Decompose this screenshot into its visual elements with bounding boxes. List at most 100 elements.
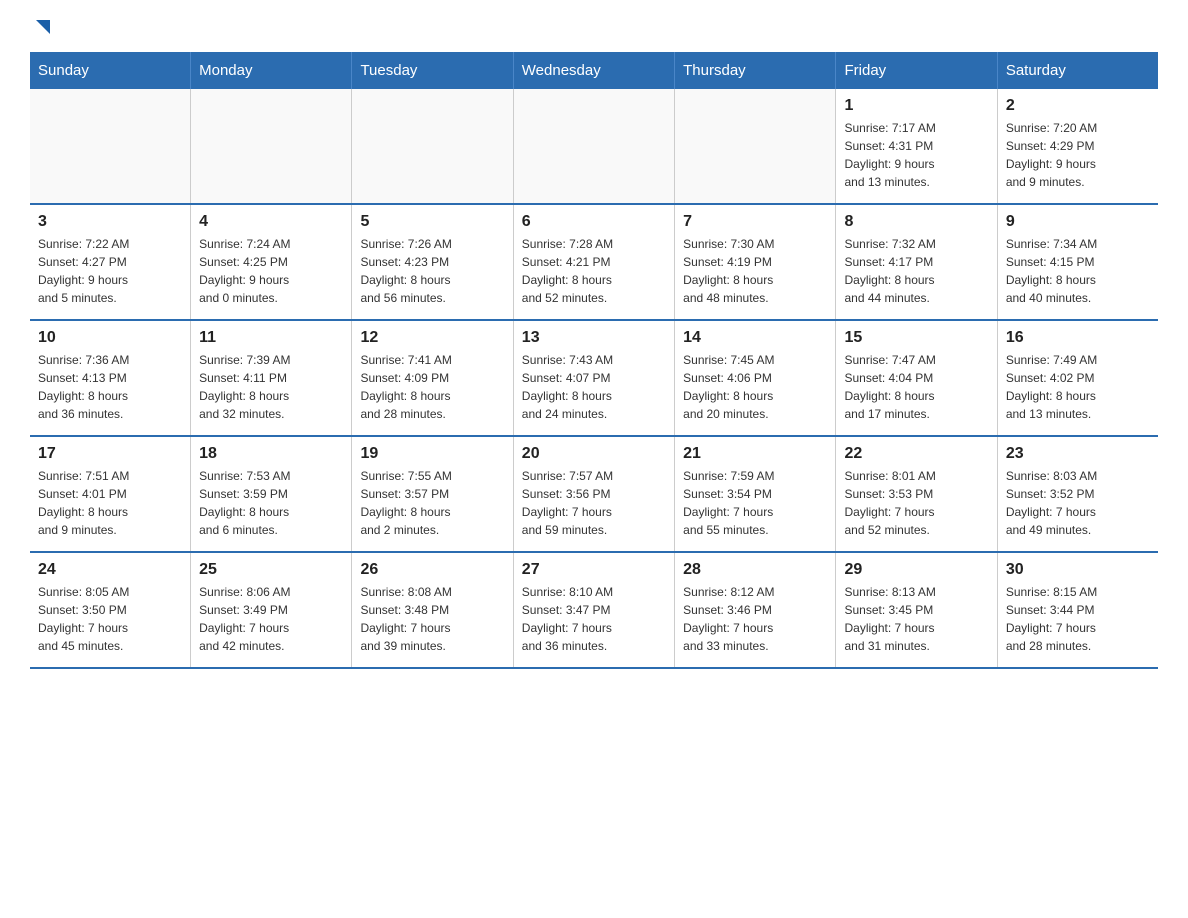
calendar-cell: 13 Sunrise: 7:43 AMSunset: 4:07 PMDayligh… — [513, 320, 674, 436]
header-friday: Friday — [836, 52, 997, 89]
calendar-cell: 28 Sunrise: 8:12 AMSunset: 3:46 PMDayligh… — [675, 552, 836, 668]
week-row-1: 1 Sunrise: 7:17 AMSunset: 4:31 PMDaylight… — [30, 89, 1158, 204]
day-number: 17 — [38, 445, 182, 463]
day-info: Sunrise: 7:53 AMSunset: 3:59 PMDaylight:… — [199, 467, 343, 539]
calendar-cell: 6 Sunrise: 7:28 AMSunset: 4:21 PMDaylight… — [513, 204, 674, 320]
header-saturday: Saturday — [997, 52, 1158, 89]
calendar-header-row: SundayMondayTuesdayWednesdayThursdayFrid… — [30, 52, 1158, 89]
day-info: Sunrise: 7:22 AMSunset: 4:27 PMDaylight:… — [38, 235, 182, 307]
day-number: 25 — [199, 561, 343, 579]
calendar-cell: 26 Sunrise: 8:08 AMSunset: 3:48 PMDayligh… — [352, 552, 513, 668]
calendar-cell: 19 Sunrise: 7:55 AMSunset: 3:57 PMDayligh… — [352, 436, 513, 552]
calendar-cell — [675, 89, 836, 204]
day-number: 23 — [1006, 445, 1150, 463]
day-info: Sunrise: 7:59 AMSunset: 3:54 PMDaylight:… — [683, 467, 827, 539]
day-info: Sunrise: 7:34 AMSunset: 4:15 PMDaylight:… — [1006, 235, 1150, 307]
day-info: Sunrise: 7:39 AMSunset: 4:11 PMDaylight:… — [199, 351, 343, 423]
calendar-cell: 10 Sunrise: 7:36 AMSunset: 4:13 PMDayligh… — [30, 320, 191, 436]
day-info: Sunrise: 7:30 AMSunset: 4:19 PMDaylight:… — [683, 235, 827, 307]
day-info: Sunrise: 7:47 AMSunset: 4:04 PMDaylight:… — [844, 351, 988, 423]
header-thursday: Thursday — [675, 52, 836, 89]
calendar-cell: 14 Sunrise: 7:45 AMSunset: 4:06 PMDayligh… — [675, 320, 836, 436]
calendar-cell: 9 Sunrise: 7:34 AMSunset: 4:15 PMDaylight… — [997, 204, 1158, 320]
day-number: 19 — [360, 445, 504, 463]
calendar-cell: 11 Sunrise: 7:39 AMSunset: 4:11 PMDayligh… — [191, 320, 352, 436]
calendar-cell: 12 Sunrise: 7:41 AMSunset: 4:09 PMDayligh… — [352, 320, 513, 436]
day-number: 13 — [522, 329, 666, 347]
calendar-cell: 18 Sunrise: 7:53 AMSunset: 3:59 PMDayligh… — [191, 436, 352, 552]
week-row-5: 24 Sunrise: 8:05 AMSunset: 3:50 PMDayligh… — [30, 552, 1158, 668]
calendar-cell: 24 Sunrise: 8:05 AMSunset: 3:50 PMDayligh… — [30, 552, 191, 668]
day-info: Sunrise: 7:41 AMSunset: 4:09 PMDaylight:… — [360, 351, 504, 423]
day-info: Sunrise: 7:51 AMSunset: 4:01 PMDaylight:… — [38, 467, 182, 539]
day-info: Sunrise: 7:24 AMSunset: 4:25 PMDaylight:… — [199, 235, 343, 307]
calendar-cell: 4 Sunrise: 7:24 AMSunset: 4:25 PMDaylight… — [191, 204, 352, 320]
day-number: 2 — [1006, 97, 1150, 115]
page-header — [30, 20, 1158, 32]
logo — [30, 20, 54, 32]
calendar-cell: 29 Sunrise: 8:13 AMSunset: 3:45 PMDayligh… — [836, 552, 997, 668]
day-number: 15 — [844, 329, 988, 347]
calendar-cell: 16Sunrise: 7:49 AMSunset: 4:02 PMDayligh… — [997, 320, 1158, 436]
day-info: Sunrise: 8:06 AMSunset: 3:49 PMDaylight:… — [199, 583, 343, 655]
calendar-table: SundayMondayTuesdayWednesdayThursdayFrid… — [30, 52, 1158, 669]
day-info: Sunrise: 8:15 AMSunset: 3:44 PMDaylight:… — [1006, 583, 1150, 655]
week-row-4: 17 Sunrise: 7:51 AMSunset: 4:01 PMDayligh… — [30, 436, 1158, 552]
calendar-cell: 25 Sunrise: 8:06 AMSunset: 3:49 PMDayligh… — [191, 552, 352, 668]
day-info: Sunrise: 8:01 AMSunset: 3:53 PMDaylight:… — [844, 467, 988, 539]
day-number: 28 — [683, 561, 827, 579]
calendar-cell: 22Sunrise: 8:01 AMSunset: 3:53 PMDayligh… — [836, 436, 997, 552]
day-number: 26 — [360, 561, 504, 579]
day-number: 6 — [522, 213, 666, 231]
day-info: Sunrise: 7:28 AMSunset: 4:21 PMDaylight:… — [522, 235, 666, 307]
header-wednesday: Wednesday — [513, 52, 674, 89]
day-number: 8 — [844, 213, 988, 231]
day-number: 12 — [360, 329, 504, 347]
day-info: Sunrise: 7:20 AMSunset: 4:29 PMDaylight:… — [1006, 119, 1150, 191]
day-info: Sunrise: 7:32 AMSunset: 4:17 PMDaylight:… — [844, 235, 988, 307]
week-row-2: 3Sunrise: 7:22 AMSunset: 4:27 PMDaylight… — [30, 204, 1158, 320]
day-number: 29 — [844, 561, 988, 579]
day-number: 10 — [38, 329, 182, 347]
week-row-3: 10 Sunrise: 7:36 AMSunset: 4:13 PMDayligh… — [30, 320, 1158, 436]
calendar-cell — [352, 89, 513, 204]
calendar-cell: 17 Sunrise: 7:51 AMSunset: 4:01 PMDayligh… — [30, 436, 191, 552]
header-tuesday: Tuesday — [352, 52, 513, 89]
calendar-cell — [191, 89, 352, 204]
day-info: Sunrise: 7:36 AMSunset: 4:13 PMDaylight:… — [38, 351, 182, 423]
day-number: 14 — [683, 329, 827, 347]
day-number: 11 — [199, 329, 343, 347]
day-info: Sunrise: 8:10 AMSunset: 3:47 PMDaylight:… — [522, 583, 666, 655]
day-info: Sunrise: 7:17 AMSunset: 4:31 PMDaylight:… — [844, 119, 988, 191]
day-info: Sunrise: 7:49 AMSunset: 4:02 PMDaylight:… — [1006, 351, 1150, 423]
day-info: Sunrise: 8:13 AMSunset: 3:45 PMDaylight:… — [844, 583, 988, 655]
day-info: Sunrise: 7:26 AMSunset: 4:23 PMDaylight:… — [360, 235, 504, 307]
day-info: Sunrise: 7:55 AMSunset: 3:57 PMDaylight:… — [360, 467, 504, 539]
calendar-cell: 5Sunrise: 7:26 AMSunset: 4:23 PMDaylight… — [352, 204, 513, 320]
day-info: Sunrise: 7:57 AMSunset: 3:56 PMDaylight:… — [522, 467, 666, 539]
day-number: 1 — [844, 97, 988, 115]
day-number: 4 — [199, 213, 343, 231]
calendar-cell: 21 Sunrise: 7:59 AMSunset: 3:54 PMDayligh… — [675, 436, 836, 552]
day-info: Sunrise: 8:03 AMSunset: 3:52 PMDaylight:… — [1006, 467, 1150, 539]
day-number: 24 — [38, 561, 182, 579]
calendar-cell: 8 Sunrise: 7:32 AMSunset: 4:17 PMDaylight… — [836, 204, 997, 320]
day-info: Sunrise: 8:05 AMSunset: 3:50 PMDaylight:… — [38, 583, 182, 655]
day-info: Sunrise: 7:45 AMSunset: 4:06 PMDaylight:… — [683, 351, 827, 423]
day-number: 21 — [683, 445, 827, 463]
day-number: 30 — [1006, 561, 1150, 579]
calendar-cell: 23 Sunrise: 8:03 AMSunset: 3:52 PMDayligh… — [997, 436, 1158, 552]
calendar-cell — [30, 89, 191, 204]
header-monday: Monday — [191, 52, 352, 89]
day-info: Sunrise: 8:08 AMSunset: 3:48 PMDaylight:… — [360, 583, 504, 655]
day-number: 18 — [199, 445, 343, 463]
day-info: Sunrise: 7:43 AMSunset: 4:07 PMDaylight:… — [522, 351, 666, 423]
calendar-cell: 30 Sunrise: 8:15 AMSunset: 3:44 PMDayligh… — [997, 552, 1158, 668]
calendar-cell: 2 Sunrise: 7:20 AMSunset: 4:29 PMDaylight… — [997, 89, 1158, 204]
calendar-cell — [513, 89, 674, 204]
day-number: 9 — [1006, 213, 1150, 231]
day-number: 20 — [522, 445, 666, 463]
calendar-cell: 27Sunrise: 8:10 AMSunset: 3:47 PMDayligh… — [513, 552, 674, 668]
day-info: Sunrise: 8:12 AMSunset: 3:46 PMDaylight:… — [683, 583, 827, 655]
calendar-cell: 3Sunrise: 7:22 AMSunset: 4:27 PMDaylight… — [30, 204, 191, 320]
